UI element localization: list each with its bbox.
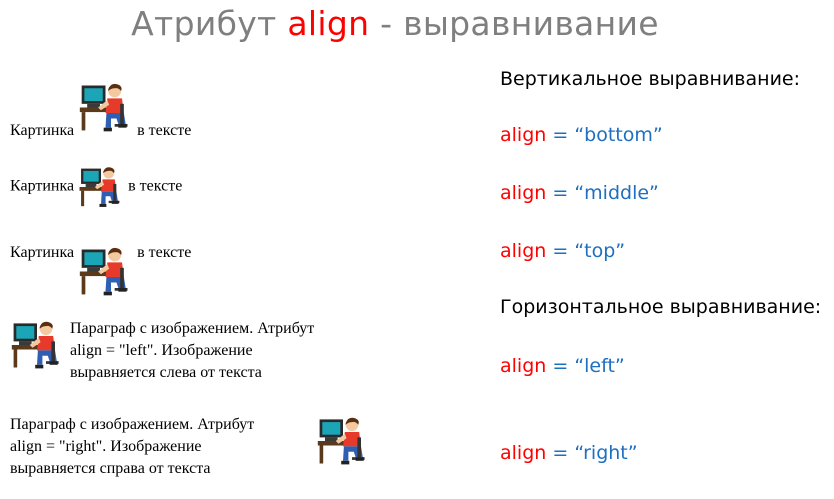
example-text-after: в тексте bbox=[137, 244, 192, 261]
person-at-computer-icon bbox=[316, 414, 370, 468]
align-top-line: align = “top” bbox=[500, 240, 626, 262]
horizontal-alignment-heading: Горизонтальное выравнивание: bbox=[500, 296, 822, 318]
page-title: Атрибут align - выравнивание bbox=[131, 4, 659, 43]
person-at-computer-icon bbox=[78, 80, 133, 135]
person-at-computer-icon bbox=[78, 164, 124, 210]
vertical-alignment-heading: Вертикальное выравнивание: bbox=[500, 68, 801, 90]
align-left-line: align = “left” bbox=[500, 355, 625, 377]
paragraph-align-left: Параграф с изображением. Атрибут align =… bbox=[10, 318, 390, 384]
example-align-bottom: Картинка в тексте bbox=[10, 80, 191, 140]
align-middle-line: align = “middle” bbox=[500, 182, 659, 204]
example-text-after: в тексте bbox=[128, 177, 183, 195]
paragraph-align-right: Параграф с изображением. Атрибут align =… bbox=[10, 414, 370, 480]
example-text-before: Картинка bbox=[10, 244, 75, 261]
align-bottom-line: align = “bottom” bbox=[500, 124, 663, 146]
example-align-middle: Картинка в тексте bbox=[10, 164, 182, 210]
example-text-after: в тексте bbox=[137, 122, 192, 139]
example-text-before: Картинка bbox=[10, 122, 75, 139]
title-accent: align bbox=[287, 4, 370, 43]
person-at-computer-icon bbox=[78, 244, 133, 299]
align-right-line: align = “right” bbox=[500, 442, 638, 464]
example-align-top: Картинка в тексте bbox=[10, 244, 191, 299]
example-text-before: Картинка bbox=[10, 177, 75, 195]
person-at-computer-icon bbox=[10, 318, 64, 372]
